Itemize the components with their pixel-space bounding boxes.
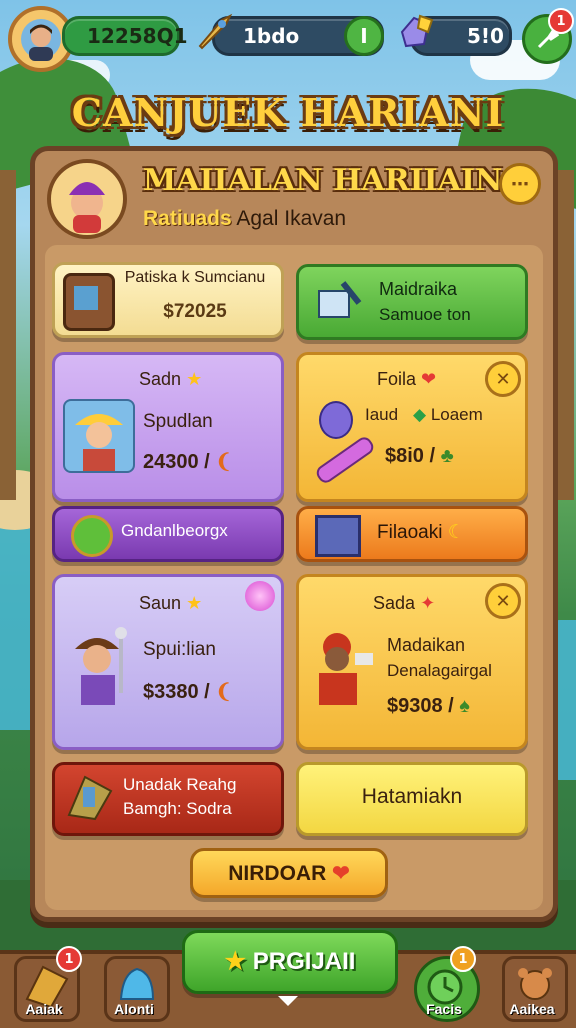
card-title: Patiska k Sumcianu [124, 269, 266, 286]
tools-icon [313, 275, 367, 327]
map-icon [65, 771, 115, 823]
subtitle-highlight: Ratiuads [143, 207, 232, 230]
card-title: Maidraika [379, 279, 458, 299]
potion-icon [319, 401, 353, 439]
panel-menu-button[interactable]: ⋯ [499, 163, 541, 205]
character-portrait [305, 623, 379, 719]
reward-card-chest[interactable]: Patiska k Sumcianu $72025 [52, 262, 284, 338]
herb-icon: ♣ [440, 445, 454, 467]
reward-card-claim[interactable]: Hatamiakn [296, 762, 528, 836]
nav-label: Aaikea [509, 1001, 555, 1017]
subtitle-text: Agal Ikavan [236, 207, 347, 230]
play-button[interactable]: ★ PRGIJAII [182, 930, 398, 994]
sparkle-icon: ✦ [420, 593, 436, 613]
reward-card-character-1[interactable]: Sadn ★ Spudlan 24300 / ❨ [52, 352, 284, 502]
item-label: Iaud [365, 405, 399, 424]
card-title: Foila ❤ [377, 369, 437, 389]
leaf-icon: ◆ [413, 405, 427, 424]
card-price: $8i0 / ♣ [385, 445, 454, 467]
star-icon: ★ [224, 948, 247, 975]
reward-card-tools[interactable]: Maidraika Samuoe ton [296, 264, 528, 340]
card-price: 24300 / ❨ [143, 451, 233, 473]
gems-value: 5!0 [467, 24, 504, 48]
quest-subtitle: Bamgh: Sodra [123, 799, 232, 818]
heart-icon: ❤ [332, 862, 350, 885]
orb-icon [71, 515, 113, 557]
nav-label: Alonti [114, 1001, 154, 1017]
box-icon [315, 515, 361, 557]
card-price: $72025 [163, 301, 227, 322]
character-portrait [63, 399, 135, 473]
reward-card-quest[interactable]: Unadak Reahg Bamgh: Sodra [52, 762, 284, 836]
carrot-icon: ❨ [215, 451, 233, 473]
character-name: Spui:lian [143, 639, 216, 660]
notification-badge: 1 [450, 946, 476, 972]
avatar-face-icon [21, 19, 61, 61]
carrot-icon: ❨ [215, 681, 233, 703]
category-button-shop[interactable]: Filaoaki ☾ [296, 506, 528, 562]
heart-icon: ❤ [421, 369, 437, 389]
character-name: Spudlan [143, 411, 213, 432]
panel-subtitle: Ratiuads Agal Ikavan [143, 207, 346, 231]
refresh-button[interactable]: NIRDOAR ❤ [190, 848, 388, 898]
panel-title: MAIIALAN HARIIAIN [143, 163, 503, 198]
refresh-label: NIRDOAR ❤ [228, 862, 350, 885]
card-title: Sadn ★ [139, 369, 203, 389]
reward-card-items[interactable]: Foila ❤ ✕ Iaud ◆ Loaem $8i0 / ♣ [296, 352, 528, 502]
coins-value: 12258Q1 [87, 24, 188, 48]
notification-badge: 1 [548, 8, 574, 34]
star-icon: ★ [186, 593, 203, 613]
card-price: $3380 / ❨ [143, 681, 233, 703]
add-energy-button[interactable]: I [344, 16, 384, 56]
card-title: Saun ★ [139, 593, 203, 613]
chevron-down-icon [278, 996, 298, 1006]
star-icon: ★ [186, 369, 203, 389]
banana-icon: ☾ [447, 522, 465, 543]
category-label: Gndanlbeorgx [121, 521, 228, 540]
character-desc: Denalagairgal [387, 661, 492, 680]
card-price: $9308 / ♠ [387, 695, 470, 717]
coins-counter: 12258Q1 [62, 16, 188, 56]
event-banner-title: CANJUEK HARIANI [71, 90, 505, 135]
reward-card-character-2[interactable]: Saun ★ Spui:lian $3380 / ❨ [52, 574, 284, 750]
pink-orb-icon[interactable] [245, 581, 275, 611]
nav-label: Aaiak [25, 1001, 63, 1017]
card-subtitle: Samuoe ton [379, 305, 471, 324]
claim-label: Hatamiakn [361, 785, 463, 808]
notification-badge: 1 [56, 946, 82, 972]
energy-value: 1bdo [243, 24, 300, 48]
card-dismiss-button[interactable]: ✕ [485, 583, 521, 619]
item-label-2: ◆ Loaem [413, 405, 483, 424]
nav-label: Facis [426, 1001, 462, 1017]
rocket-icon [192, 10, 236, 54]
play-label: ★ PRGIJAII [224, 948, 356, 975]
card-dismiss-button[interactable]: ✕ [485, 361, 521, 397]
character-portrait [63, 623, 135, 709]
category-label: Filaoaki ☾ [377, 522, 465, 543]
category-button-daily[interactable]: Gndanlbeorgx [52, 506, 284, 562]
character-name: Madaikan [387, 635, 466, 655]
gem-icon [394, 10, 438, 54]
herb-icon: ♠ [459, 695, 470, 717]
panel-character-portrait [47, 159, 127, 239]
card-title: Sada ✦ [373, 593, 436, 613]
chest-icon [63, 273, 115, 331]
reward-card-character-3[interactable]: Sada ✦ ✕ Madaikan Denalagairgal $9308 / … [296, 574, 528, 750]
wand-icon [313, 434, 377, 486]
quest-title: Unadak Reahg [123, 775, 237, 794]
